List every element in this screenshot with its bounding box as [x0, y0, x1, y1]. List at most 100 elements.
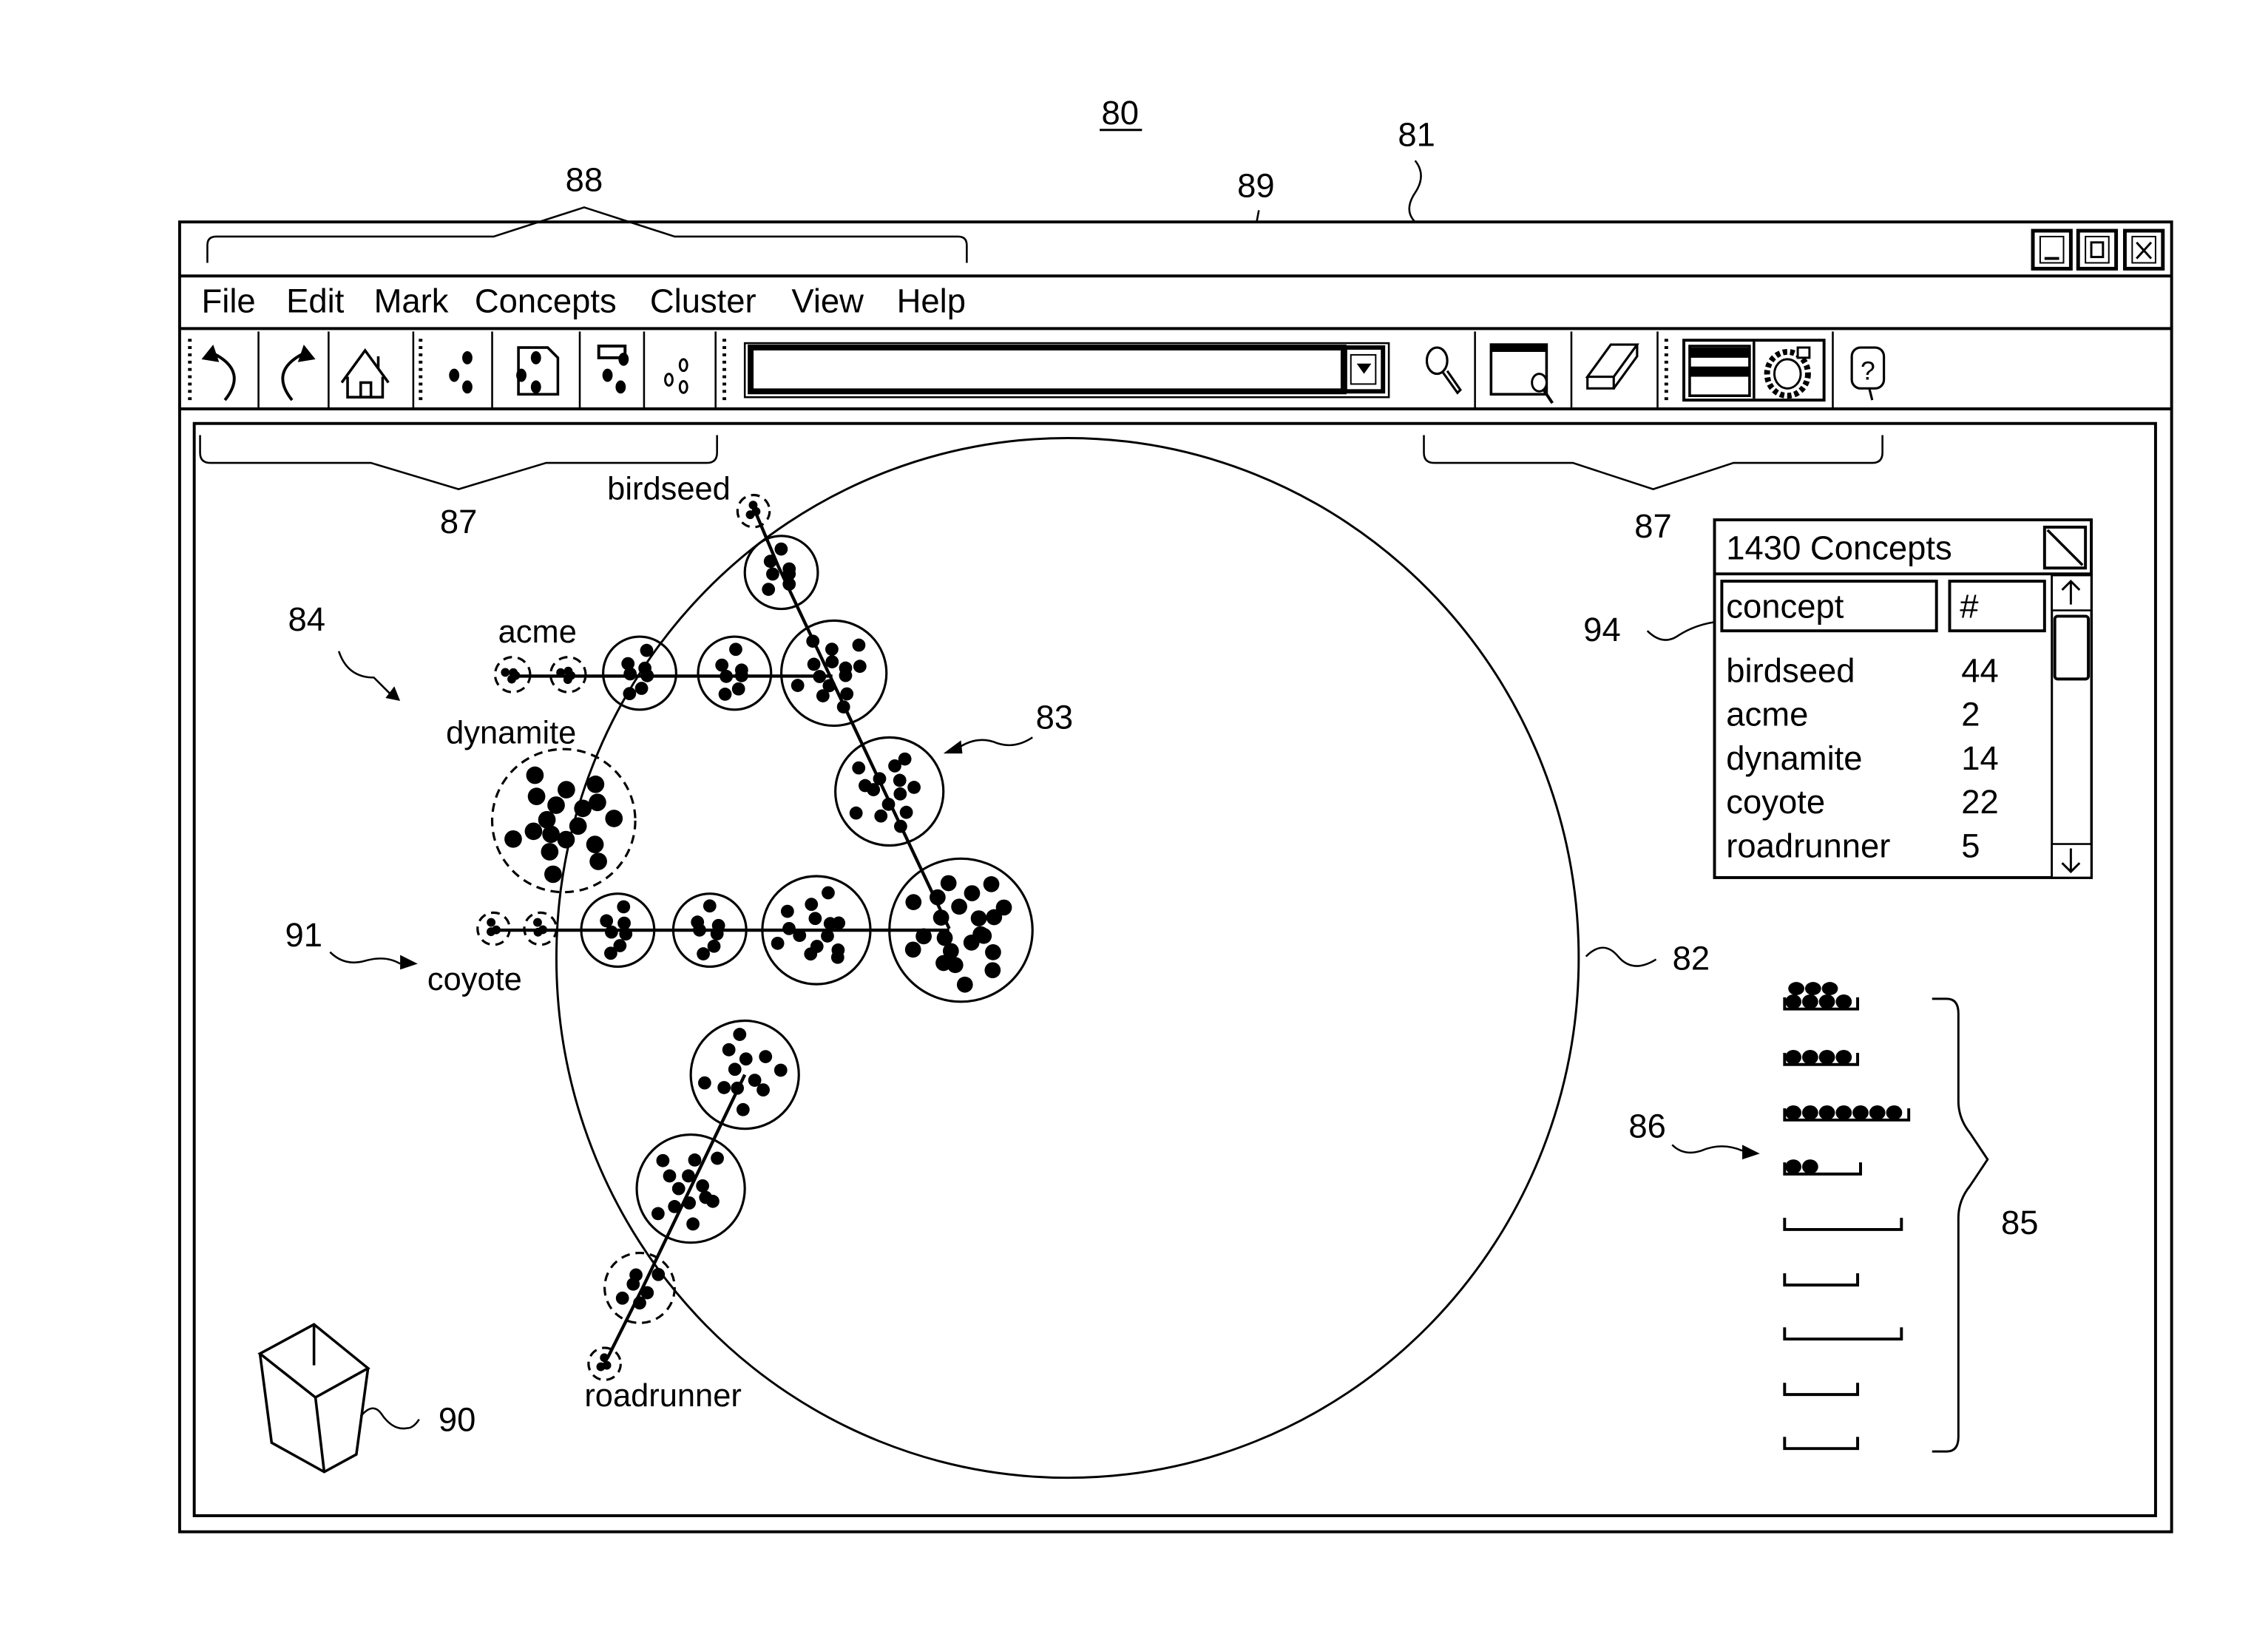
scroll-up-button[interactable]: [2051, 574, 2093, 611]
document-dot: [547, 796, 565, 814]
document-dot: [621, 657, 635, 671]
ref-84: 84: [288, 600, 325, 638]
ref-87-left: 87: [440, 503, 478, 540]
document-dot: [873, 772, 887, 786]
document-dot: [604, 925, 618, 939]
document-dot: [859, 779, 872, 793]
scroll-thumb[interactable]: [2053, 614, 2091, 681]
document-dot: [541, 843, 559, 861]
menu-mark[interactable]: Mark: [374, 282, 449, 320]
menu-edit[interactable]: Edit: [286, 282, 345, 320]
document-dot: [893, 787, 907, 801]
document-dot: [501, 668, 510, 677]
ref-85: 85: [2001, 1204, 2039, 1241]
document-dot: [487, 918, 496, 927]
document-dot: [771, 936, 785, 950]
concept-name: dynamite: [1726, 739, 1862, 777]
document-dot: [697, 1076, 711, 1090]
document-dot: [563, 666, 573, 676]
document-dot: [527, 787, 546, 806]
document-dot: [774, 1063, 788, 1077]
document-dot: [617, 916, 631, 930]
document-dot: [711, 1151, 724, 1165]
document-dot: [804, 947, 818, 961]
document-dot: [853, 660, 867, 674]
spine-label-acme[interactable]: acme: [498, 614, 577, 650]
spine-label-coyote[interactable]: coyote: [427, 962, 522, 997]
document-dot: [569, 817, 587, 835]
ref-81: 81: [1398, 115, 1435, 153]
menu-view[interactable]: View: [791, 282, 864, 320]
spine-label-roadrunner[interactable]: roadrunner: [584, 1378, 742, 1414]
document-dot: [600, 914, 614, 928]
document-dot: [907, 781, 921, 794]
close-button[interactable]: [2122, 228, 2165, 271]
bin-document-dot: [1788, 982, 1804, 995]
document-dot: [852, 638, 866, 652]
document-dot: [935, 955, 952, 972]
document-dot: [782, 577, 796, 591]
document-dot: [739, 1052, 753, 1066]
document-dot: [558, 781, 575, 799]
document-dot: [983, 875, 1000, 892]
document-dot: [985, 944, 1001, 960]
ref-82: 82: [1673, 939, 1710, 977]
document-dot: [930, 889, 946, 906]
document-dot: [544, 865, 562, 884]
document-dot: [759, 1050, 773, 1063]
bin-document-dot: [1835, 1050, 1852, 1065]
bin-document-dot: [1785, 994, 1802, 1009]
document-dot: [821, 929, 834, 943]
document-dot: [524, 822, 543, 841]
document-dot: [849, 806, 863, 820]
menu-help[interactable]: Help: [897, 282, 966, 320]
panel-close-button[interactable]: [2042, 525, 2088, 570]
document-dot: [509, 668, 518, 677]
document-dot: [629, 1268, 643, 1282]
document-dot: [720, 669, 733, 683]
document-dot: [984, 962, 1001, 979]
document-dot: [731, 1081, 745, 1095]
scrollbar[interactable]: [2051, 574, 2093, 879]
document-dot: [651, 1267, 666, 1281]
document-dot: [682, 1169, 695, 1183]
document-dot: [807, 657, 821, 671]
document-dot: [686, 1217, 700, 1231]
document-dot: [915, 928, 932, 945]
dropdown-button[interactable]: [1342, 345, 1386, 394]
concept-name: birdseed: [1726, 651, 1855, 689]
document-dot: [717, 1081, 731, 1094]
spine-label-birdseed[interactable]: birdseed: [607, 471, 731, 506]
document-dot: [731, 682, 745, 696]
document-dot: [696, 1179, 710, 1193]
menu-concepts[interactable]: Concepts: [475, 282, 617, 320]
menu-cluster[interactable]: Cluster: [650, 282, 756, 320]
menu-file[interactable]: File: [202, 282, 256, 320]
spine-label-dynamite[interactable]: dynamite: [446, 715, 576, 750]
document-dot: [894, 819, 907, 833]
column-header-concept[interactable]: concept: [1720, 580, 1938, 633]
document-dot: [538, 810, 556, 829]
concept-count: 2: [1961, 696, 1980, 733]
document-dot: [556, 668, 566, 677]
minimize-button[interactable]: [2031, 228, 2073, 271]
svg-text:#: #: [1960, 587, 1979, 625]
search-box[interactable]: [743, 342, 1390, 399]
scroll-down-button[interactable]: [2051, 843, 2093, 879]
document-dot: [671, 1182, 686, 1196]
document-dot: [813, 670, 827, 683]
maximize-button[interactable]: [2076, 228, 2119, 271]
document-dot: [825, 643, 839, 656]
document-dot: [688, 1153, 702, 1167]
concept-count: 5: [1961, 827, 1980, 864]
bin-document-dot: [1818, 994, 1835, 1009]
svg-text:?: ?: [1861, 356, 1875, 385]
document-dot: [825, 655, 839, 668]
document-dot: [715, 658, 729, 672]
document-dot: [640, 643, 654, 657]
document-dot: [605, 810, 623, 827]
document-dot: [898, 752, 912, 766]
document-dot: [563, 675, 572, 685]
bin-document-dot: [1785, 1105, 1802, 1120]
column-header-count[interactable]: #: [1948, 580, 2046, 633]
